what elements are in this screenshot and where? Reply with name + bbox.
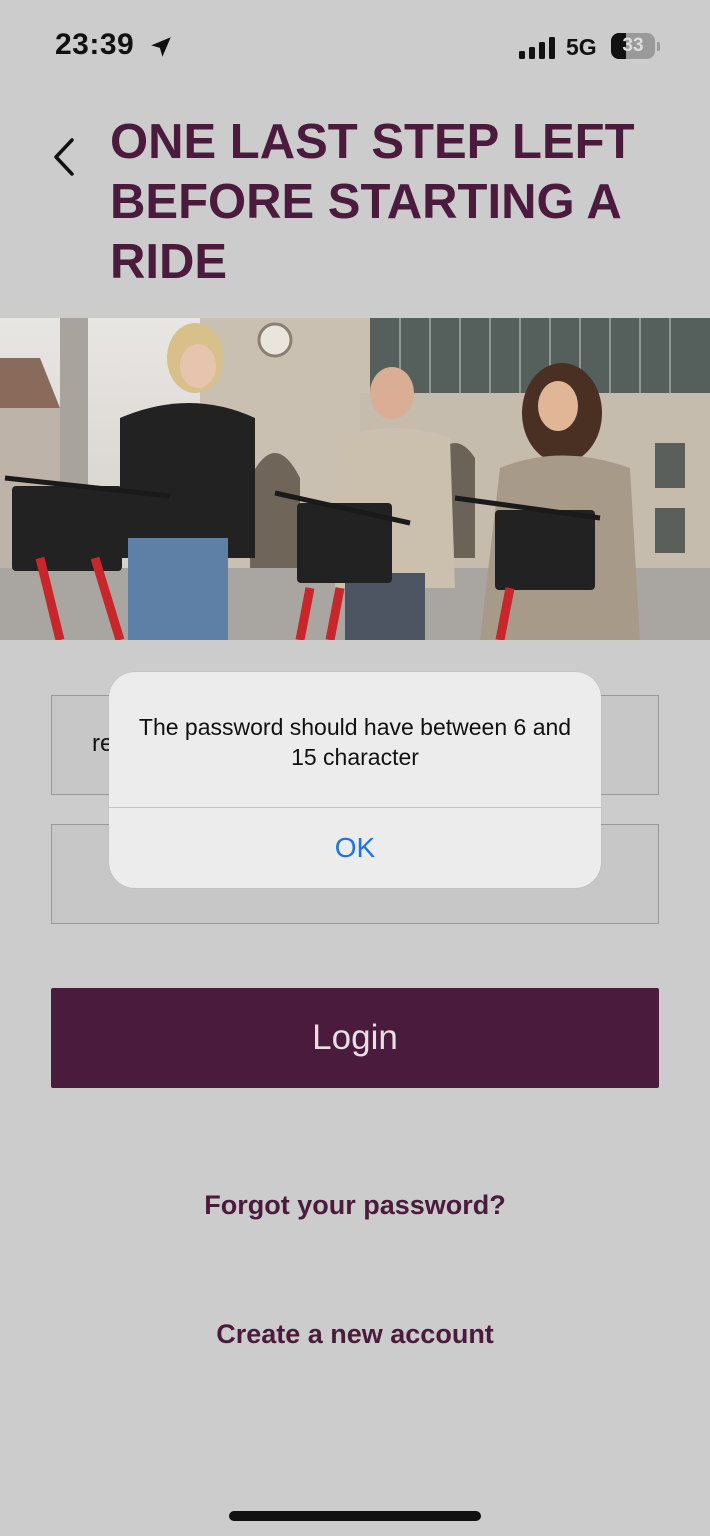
login-button[interactable]: Login bbox=[51, 988, 659, 1088]
battery-icon: 33 bbox=[611, 33, 661, 61]
alert-message: The password should have between 6 and 1… bbox=[138, 714, 572, 770]
chevron-left-icon bbox=[54, 138, 74, 176]
alert-ok-button[interactable]: OK bbox=[109, 808, 601, 888]
hero-image bbox=[0, 318, 710, 640]
page-title: ONE LAST STEP LEFT BEFORE STARTING A RID… bbox=[110, 115, 635, 289]
forgot-password-link[interactable]: Forgot your password? bbox=[0, 1190, 710, 1221]
create-account-link[interactable]: Create a new account bbox=[0, 1319, 710, 1350]
status-bar: 23:39 5G 33 bbox=[0, 0, 710, 95]
back-button[interactable] bbox=[46, 132, 86, 182]
status-time: 23:39 bbox=[55, 28, 135, 61]
home-indicator[interactable] bbox=[229, 1511, 481, 1521]
battery-percentage: 33 bbox=[622, 35, 644, 56]
signal-bars-icon bbox=[519, 37, 555, 59]
network-type: 5G bbox=[566, 34, 597, 60]
location-arrow-icon bbox=[151, 37, 171, 57]
alert-dialog: The password should have between 6 and 1… bbox=[109, 672, 601, 888]
